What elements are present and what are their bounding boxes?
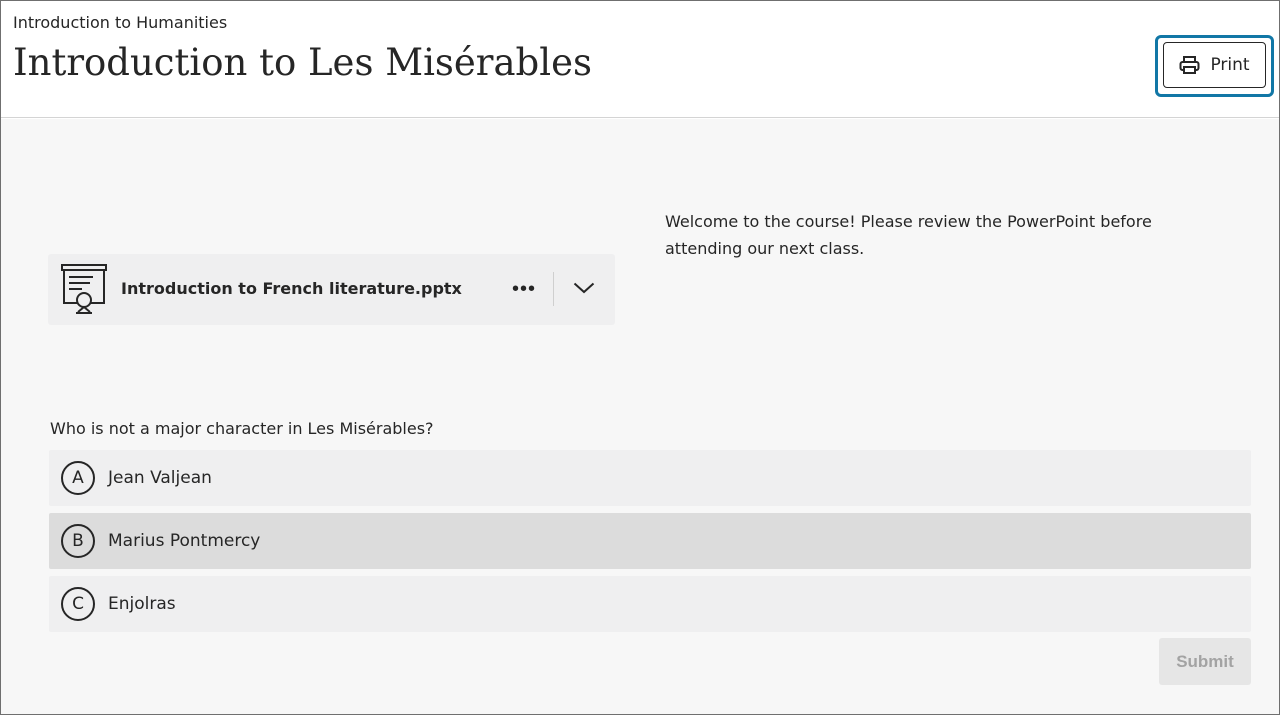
attachment-file-name[interactable]: Introduction to French literature.pptx bbox=[121, 279, 462, 298]
page-title: Introduction to Les Misérables bbox=[13, 41, 592, 84]
quiz-option-a[interactable]: A Jean Valjean bbox=[49, 450, 1251, 506]
option-letter-badge: C bbox=[61, 587, 95, 621]
submit-button[interactable]: Submit bbox=[1159, 638, 1251, 685]
quiz-options: A Jean Valjean B Marius Pontmercy C Enjo… bbox=[49, 450, 1251, 639]
quiz-question: Who is not a major character in Les Misé… bbox=[50, 419, 434, 438]
breadcrumb[interactable]: Introduction to Humanities bbox=[13, 13, 227, 32]
page-header: Introduction to Humanities Introduction … bbox=[1, 1, 1279, 118]
print-button[interactable]: Print bbox=[1163, 42, 1266, 88]
option-letter-badge: B bbox=[61, 524, 95, 558]
print-button-label: Print bbox=[1210, 55, 1250, 75]
expand-attachment-button[interactable] bbox=[566, 274, 602, 304]
printer-icon bbox=[1179, 55, 1200, 75]
option-label: Enjolras bbox=[108, 594, 176, 614]
quiz-option-c[interactable]: C Enjolras bbox=[49, 576, 1251, 632]
option-label: Marius Pontmercy bbox=[108, 531, 261, 551]
option-label: Jean Valjean bbox=[108, 468, 212, 488]
option-letter-badge: A bbox=[61, 461, 95, 495]
presentation-icon bbox=[60, 263, 108, 319]
chevron-down-icon bbox=[573, 282, 595, 297]
attachment-divider bbox=[553, 272, 554, 306]
attachment-card[interactable]: Introduction to French literature.pptx •… bbox=[48, 254, 615, 325]
ellipsis-icon: ••• bbox=[511, 277, 536, 300]
more-options-button[interactable]: ••• bbox=[504, 274, 544, 304]
content-area: Introduction to French literature.pptx •… bbox=[1, 119, 1279, 714]
quiz-option-b[interactable]: B Marius Pontmercy bbox=[49, 513, 1251, 569]
welcome-message: Welcome to the course! Please review the… bbox=[665, 212, 1152, 258]
